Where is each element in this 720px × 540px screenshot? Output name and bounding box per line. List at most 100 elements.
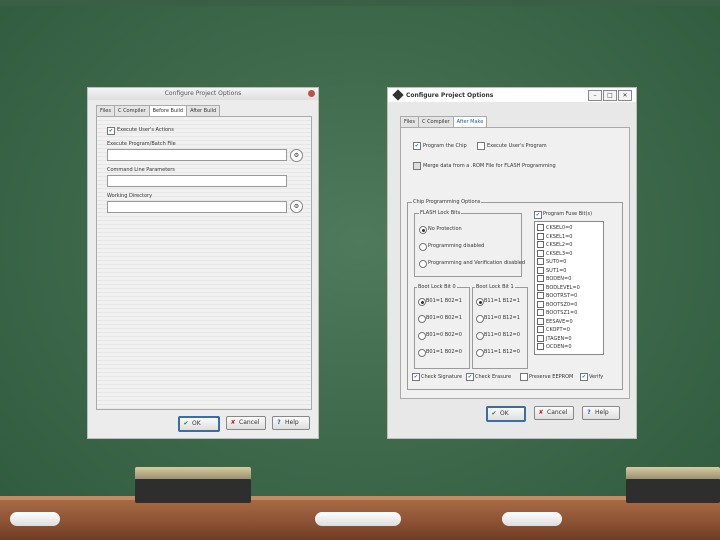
fuse-checkbox[interactable] xyxy=(537,275,544,282)
bl1-radio-1[interactable] xyxy=(476,315,484,323)
tab-panel: ✔ Program the Chip Execute User's Progra… xyxy=(400,127,630,399)
tab-after-make[interactable]: After Make xyxy=(452,116,488,127)
fuse-checkbox[interactable] xyxy=(537,249,544,257)
help-button[interactable]: ? Help xyxy=(272,416,310,430)
execute-actions-label: Execute User's Actions xyxy=(117,127,174,133)
fuse-item[interactable]: BODEN=0 xyxy=(537,275,571,282)
fuse-checkbox[interactable] xyxy=(537,283,544,291)
bl1-radio-0[interactable] xyxy=(476,298,484,306)
cancel-button[interactable]: ✘ Cancel xyxy=(226,416,266,430)
fuse-checkbox[interactable] xyxy=(537,266,544,274)
fuse-checkbox[interactable] xyxy=(537,224,544,231)
fuse-label: SUT1=0 xyxy=(546,267,567,274)
browse-program-button[interactable]: ⚙ xyxy=(290,149,303,162)
flash-option-0: No Protection xyxy=(428,226,462,232)
fuse-checkbox[interactable] xyxy=(537,241,544,248)
help-button[interactable]: ? Help xyxy=(582,406,620,420)
workdir-label: Working Directory xyxy=(107,193,153,199)
execute-user-checkbox[interactable] xyxy=(477,142,485,150)
program-label: Execute Program/Batch File xyxy=(107,141,176,147)
tab-after-build[interactable]: After Build xyxy=(186,105,221,116)
fuse-item[interactable]: CKSEL2=0 xyxy=(537,241,572,248)
tab-c-compiler[interactable]: C Compiler xyxy=(417,116,454,127)
fuse-item[interactable]: BOOTRST=0 xyxy=(537,292,577,299)
chip-programming-group: Chip Programming Options FLASH Lock Bits… xyxy=(407,199,623,390)
tab-files[interactable]: Files xyxy=(96,105,115,116)
boot-lock-1-group: Boot Lock Bit 1 B11=1 B12=1 B11=0 B12=1 … xyxy=(472,284,528,369)
fuse-checkbox[interactable] xyxy=(537,334,544,342)
flash-radio-2[interactable] xyxy=(419,260,427,268)
close-icon[interactable] xyxy=(308,90,315,97)
fuse-checkbox[interactable] xyxy=(537,232,544,240)
fuse-checkbox[interactable] xyxy=(537,258,544,265)
bl0-option-1: B01=0 B02=1 xyxy=(426,315,462,321)
bl0-radio-2[interactable] xyxy=(418,332,426,340)
bl0-radio-1[interactable] xyxy=(418,315,426,323)
maximize-icon[interactable]: □ xyxy=(603,90,617,101)
bottom-checkbox-label: Verify xyxy=(589,374,604,380)
fuse-item[interactable]: OCDEN=0 xyxy=(537,343,572,350)
merge-rom-checkbox[interactable] xyxy=(413,162,421,170)
tab-c-compiler[interactable]: C Compiler xyxy=(113,105,150,116)
bl1-option-2: B11=0 B12=0 xyxy=(484,332,520,338)
fuse-item[interactable]: CKSEL1=0 xyxy=(537,232,573,240)
bl1-radio-3[interactable] xyxy=(476,349,484,357)
bottom-checkbox-label: Check Erasure xyxy=(475,374,512,380)
fuse-checkbox[interactable] xyxy=(537,317,544,325)
ok-button[interactable]: ✔ OK xyxy=(178,416,220,432)
fuse-item[interactable]: EESAVE=0 xyxy=(537,317,573,325)
program-input[interactable] xyxy=(107,149,287,161)
bl1-option-0: B11=1 B12=1 xyxy=(484,298,520,304)
close-icon[interactable]: ✕ xyxy=(618,90,632,101)
fuse-item[interactable]: BODLEVEL=0 xyxy=(537,283,580,291)
chalk-stick-3 xyxy=(502,512,562,526)
tab-strip: Files C Compiler Before Build After Buil… xyxy=(96,105,221,116)
fuse-checkbox[interactable] xyxy=(537,343,544,350)
browse-workdir-button[interactable]: ⚙ xyxy=(290,200,303,213)
bottom-checkbox[interactable]: ✔ xyxy=(412,373,420,381)
tab-files[interactable]: Files xyxy=(400,116,419,127)
fuse-label: BODEN=0 xyxy=(546,276,572,282)
board-frame xyxy=(0,0,720,6)
cancel-button[interactable]: ✘ Cancel xyxy=(534,406,574,420)
fuse-list[interactable]: CKSEL0=0 CKSEL1=0 CKSEL2=0 CKSEL3=0 SUT0=0 SU… xyxy=(534,221,604,355)
fuse-item[interactable]: JTAGEN=0 xyxy=(537,334,572,342)
tab-before-build[interactable]: Before Build xyxy=(148,105,188,116)
fuse-label: BODLEVEL=0 xyxy=(546,284,580,291)
workdir-input[interactable] xyxy=(107,201,287,213)
fuse-item[interactable]: SUT0=0 xyxy=(537,258,566,265)
title-bar: Configure Project Options xyxy=(88,88,318,100)
bl0-radio-3[interactable] xyxy=(418,349,426,357)
minimize-icon[interactable]: – xyxy=(588,90,602,101)
fuse-item[interactable]: SUT1=0 xyxy=(537,266,567,274)
cmdline-input[interactable] xyxy=(107,175,287,187)
fuse-item[interactable]: CKSEL0=0 xyxy=(537,224,572,231)
bottom-checkbox[interactable]: ✔ xyxy=(580,373,588,381)
bl0-radio-0[interactable] xyxy=(418,298,426,306)
window-title: Configure Project Options xyxy=(164,90,242,97)
fuse-label: CKSEL1=0 xyxy=(546,233,573,240)
execute-actions-checkbox[interactable]: ✔ xyxy=(107,127,115,135)
bottom-checkbox-label: Preserve EEPROM xyxy=(529,374,574,380)
help-icon: ? xyxy=(277,419,281,426)
fuse-checkbox[interactable] xyxy=(537,292,544,299)
ok-button[interactable]: ✔ OK xyxy=(486,406,526,422)
help-label: Help xyxy=(595,409,609,416)
fuse-item[interactable]: CKOPT=0 xyxy=(537,326,570,333)
fuse-label: CKSEL0=0 xyxy=(546,225,573,231)
flash-radio-0[interactable] xyxy=(419,226,427,234)
fuse-checkbox[interactable] xyxy=(537,300,544,308)
fuse-item[interactable]: BOOTSZ0=0 xyxy=(537,300,577,308)
program-chip-checkbox[interactable]: ✔ xyxy=(413,142,421,150)
fuse-item[interactable]: CKSEL3=0 xyxy=(537,249,572,257)
check-icon: ✔ xyxy=(183,420,189,427)
flash-radio-1[interactable] xyxy=(419,243,427,251)
program-fuse-checkbox[interactable]: ✔ xyxy=(534,211,542,219)
bl1-radio-2[interactable] xyxy=(476,332,484,340)
fuse-checkbox[interactable] xyxy=(537,309,544,316)
bottom-checkbox[interactable]: ✔ xyxy=(466,373,474,381)
bottom-checkbox[interactable] xyxy=(520,373,528,381)
fuse-item[interactable]: BOOTSZ1=0 xyxy=(537,309,577,316)
chip-programming-title: Chip Programming Options xyxy=(412,199,482,205)
fuse-checkbox[interactable] xyxy=(537,326,544,333)
